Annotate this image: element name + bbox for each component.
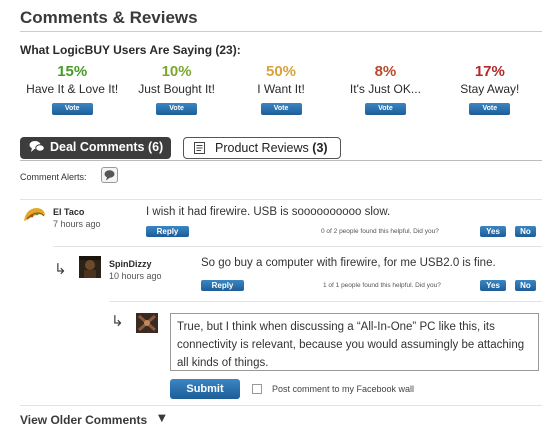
speech-bubbles-icon [29,140,45,160]
comment-text: I wish it had firewire. USB is soooooooo… [146,206,391,218]
vote-percent: 50% [266,63,297,80]
reply-arrow-icon: ↳ [111,312,124,330]
vote-option-love: 15% Have It & Love It! Vote [20,62,124,115]
helpful-yes-button[interactable]: Yes [480,226,506,237]
facebook-checkbox-label: Post comment to my Facebook wall [272,384,415,394]
vote-label: Have It & Love It! [26,82,119,96]
comment-author[interactable]: El Taco [53,207,84,217]
users-saying-heading: What LogicBUY Users Are Saying (23): [20,43,241,57]
vote-percent: 15% [57,63,88,80]
vote-option-want: 50% I Want It! Vote [229,62,333,115]
avatar [79,256,101,283]
vote-button[interactable]: Vote [260,103,302,115]
vote-percent: 17% [474,63,505,80]
comment-author[interactable]: SpinDizzy [109,259,152,269]
helpful-text: 0 of 2 people found this helpful. Did yo… [321,228,439,235]
reply-button[interactable]: Reply [201,280,244,291]
reply-arrow-icon: ↳ [54,260,67,278]
comment-alerts-label: Comment Alerts: [20,172,87,182]
helpful-no-button[interactable]: No [515,226,536,237]
caret-down-icon[interactable]: ▼ [158,413,166,424]
vote-option-stay-away: 17% Stay Away! Vote [438,62,542,115]
comment-time: 10 hours ago [109,271,162,281]
comment-divider [53,246,542,247]
submit-button[interactable]: Submit [170,379,240,399]
tab-product-reviews[interactable]: Product Reviews (3) [183,137,341,159]
facebook-checkbox[interactable] [252,384,262,394]
vote-label: I Want It! [257,82,305,96]
vote-label: It's Just OK... [349,82,421,96]
comment-divider [20,199,542,200]
vote-option-bought: 10% Just Bought It! Vote [124,62,228,115]
comment-alert-toggle[interactable] [101,167,118,183]
tab-product-reviews-label: Product Reviews [215,141,309,155]
section-title: Comments & Reviews [20,8,198,27]
vote-button[interactable]: Vote [51,103,93,115]
vote-percent: 8% [374,63,397,80]
vote-button[interactable]: Vote [469,103,511,115]
avatar [22,205,46,230]
tab-product-reviews-count: (3) [312,141,328,155]
tab-deal-comments[interactable]: Deal Comments (6) [20,137,171,159]
vote-button[interactable]: Vote [364,103,406,115]
comment-time: 7 hours ago [53,219,101,229]
title-divider [20,31,542,32]
helpful-yes-button[interactable]: Yes [480,280,506,291]
view-older-comments-link[interactable]: View Older Comments [20,413,147,427]
helpful-text: 1 of 1 people found this helpful. Did yo… [323,282,441,289]
reply-textarea[interactable]: True, but I think when discussing a “All… [170,313,539,371]
vote-options: 15% Have It & Love It! Vote 10% Just Bou… [20,62,542,115]
vote-percent: 10% [161,63,192,80]
vote-button[interactable]: Vote [156,103,198,115]
vote-option-ok: 8% It's Just OK... Vote [333,62,437,115]
speech-bubble-icon [104,170,115,181]
tabs-divider [20,160,542,161]
comments-bottom-divider [20,405,542,406]
helpful-no-button[interactable]: No [515,280,536,291]
comment-text: So go buy a computer with firewire, for … [201,257,496,269]
avatar [136,313,158,338]
vote-label: Just Bought It! [138,82,215,96]
vote-label: Stay Away! [460,82,520,96]
tab-deal-comments-label: Deal Comments (6) [50,140,164,154]
comment-divider [109,301,542,302]
document-icon [193,141,207,161]
reply-button[interactable]: Reply [146,226,189,237]
